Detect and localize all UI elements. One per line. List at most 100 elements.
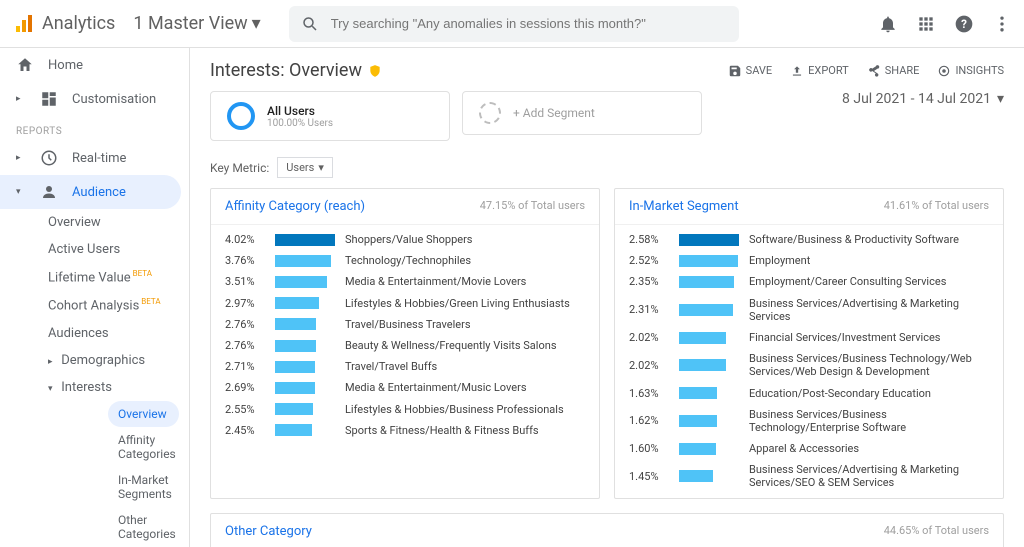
share-icon [867,64,881,78]
row-percent: 2.71% [225,360,265,373]
data-row[interactable]: 2.71% Travel/Travel Buffs [211,356,599,377]
view-name: 1 Master View [133,13,247,34]
search-input[interactable] [331,16,727,31]
nav-audiences[interactable]: Audiences [48,320,189,347]
data-row[interactable]: 2.35%Employment/Career Consulting Servic… [615,271,1003,292]
add-segment-button[interactable]: + Add Segment [462,91,702,135]
data-row[interactable]: 3.51%Media & Entertainment/Movie Lovers [211,271,599,292]
bar [679,332,726,344]
row-label: Sports & Fitness/Health & Fitness Buffs [345,424,585,437]
bar-wrap [275,340,335,352]
insights-icon [937,64,951,78]
date-range-selector[interactable]: 8 Jul 2021 - 14 Jul 2021▾ [842,91,1004,107]
row-percent: 3.76% [225,254,265,267]
key-metric-selector[interactable]: Users ▾ [277,157,333,178]
sidebar-item-audience[interactable]: ▾ Audience [0,175,181,209]
bar-wrap [679,276,739,288]
chevron-down-icon: ▾ [318,161,324,174]
nav-lifetime-value[interactable]: Lifetime ValueBETA [48,263,189,291]
help-icon[interactable]: ? [954,14,974,34]
segment-all-users[interactable]: All Users 100.00% Users [210,91,450,141]
nav-active-users[interactable]: Active Users [48,236,189,263]
nav-overview[interactable]: Overview [48,209,189,236]
data-row[interactable]: 2.55%Lifestyles & Hobbies/Business Profe… [211,399,599,420]
row-percent: 1.45% [629,470,669,483]
bar [275,234,335,246]
bar-wrap [275,424,335,436]
share-button[interactable]: SHARE [867,64,920,78]
sidebar-item-realtime[interactable]: ▸ Real-time [0,141,189,175]
data-row[interactable]: 2.45%Sports & Fitness/Health & Fitness B… [211,420,599,441]
data-row[interactable]: 2.97%Lifestyles & Hobbies/Green Living E… [211,293,599,314]
data-row[interactable]: 2.76%Beauty & Wellness/Frequently Visits… [211,335,599,356]
row-percent: 2.69% [225,381,265,394]
bar [679,387,717,399]
clock-icon [40,149,58,167]
nav-demographics[interactable]: ▸ Demographics [48,347,189,374]
bell-icon[interactable] [878,14,898,34]
data-row[interactable]: 2.58%Software/Business & Productivity So… [615,229,1003,250]
bar [275,340,316,352]
nav-interests[interactable]: ▾ Interests [48,374,189,401]
nav-affinity-categories[interactable]: Affinity Categories [118,427,189,467]
row-label: Business Services/Advertising & Marketin… [749,297,989,323]
apps-icon[interactable] [916,14,936,34]
logo[interactable]: Analytics [12,12,115,36]
row-percent: 1.60% [629,442,669,455]
save-button[interactable]: SAVE [728,64,773,78]
home-icon [16,56,34,74]
sidebar-item-customisation[interactable]: ▸ Customisation [0,82,189,116]
data-row[interactable]: 4.02%Shoppers/Value Shoppers [211,229,599,250]
card-title[interactable]: Other Category [225,524,312,539]
add-circle-icon [479,102,501,124]
other-card: Other Category 44.65% of Total users 3.2… [210,513,1004,547]
data-row[interactable]: 2.69%Media & Entertainment/Music Lovers [211,377,599,398]
sidebar: Home ▸ Customisation REPORTS ▸ Real-time… [0,48,190,547]
data-row[interactable]: 2.02%Financial Services/Investment Servi… [615,327,1003,348]
nav-inmarket-segments[interactable]: In-Market Segments [118,467,189,507]
card-title[interactable]: Affinity Category (reach) [225,199,365,214]
card-subtitle: 47.15% of Total users [480,199,585,214]
data-row[interactable]: 1.60% Apparel & Accessories [615,438,1003,459]
nav-other-categories[interactable]: Other Categories [118,507,189,547]
data-row[interactable]: 1.63%Education/Post-Secondary Education [615,383,1003,404]
row-percent: 2.02% [629,331,669,344]
bar [679,276,734,288]
data-row[interactable]: 2.52%Employment [615,250,1003,271]
inmarket-card: In-Market Segment 41.61% of Total users … [614,188,1004,499]
row-percent: 2.31% [629,303,669,316]
bar-wrap [275,255,335,267]
row-label: Technology/Technophiles [345,254,585,267]
bar-wrap [275,403,335,415]
row-percent: 4.02% [225,233,265,246]
row-label: Business Services/Business Technology/En… [749,408,989,434]
row-percent: 2.35% [629,275,669,288]
bar [275,276,327,288]
row-label: Apparel & Accessories [749,442,989,455]
bar-wrap [679,443,739,455]
data-row[interactable]: 2.02%Business Services/Business Technolo… [615,348,1003,382]
more-icon[interactable] [992,14,1012,34]
row-label: Travel/Travel Buffs [345,360,585,373]
collapse-icon: ▾ [16,187,26,197]
data-row[interactable]: 2.76%Travel/Business Travelers [211,314,599,335]
data-row[interactable]: 3.76% Technology/Technophiles [211,250,599,271]
search-bar[interactable] [289,6,739,42]
card-title[interactable]: In-Market Segment [629,199,739,214]
data-row[interactable]: 1.45% Business Services/Advertising & Mar… [615,459,1003,493]
svg-text:?: ? [961,17,967,31]
nav-cohort[interactable]: Cohort AnalysisBETA [48,291,189,319]
row-label: Education/Post-Secondary Education [749,387,989,400]
nav-interests-overview[interactable]: Overview [108,401,179,427]
row-label: Business Services/Advertising & Marketin… [749,463,989,489]
bar-wrap [679,359,739,371]
bar-wrap [275,234,335,246]
insights-button[interactable]: INSIGHTS [937,64,1004,78]
sidebar-item-home[interactable]: Home [0,48,189,82]
data-row[interactable]: 2.31% Business Services/Advertising & Mar… [615,293,1003,327]
export-button[interactable]: EXPORT [790,64,849,78]
bar-wrap [275,361,335,373]
view-selector[interactable]: 1 Master View ▾ [123,13,270,34]
card-subtitle: 44.65% of Total users [884,524,989,539]
data-row[interactable]: 1.62%Business Services/Business Technolo… [615,404,1003,438]
